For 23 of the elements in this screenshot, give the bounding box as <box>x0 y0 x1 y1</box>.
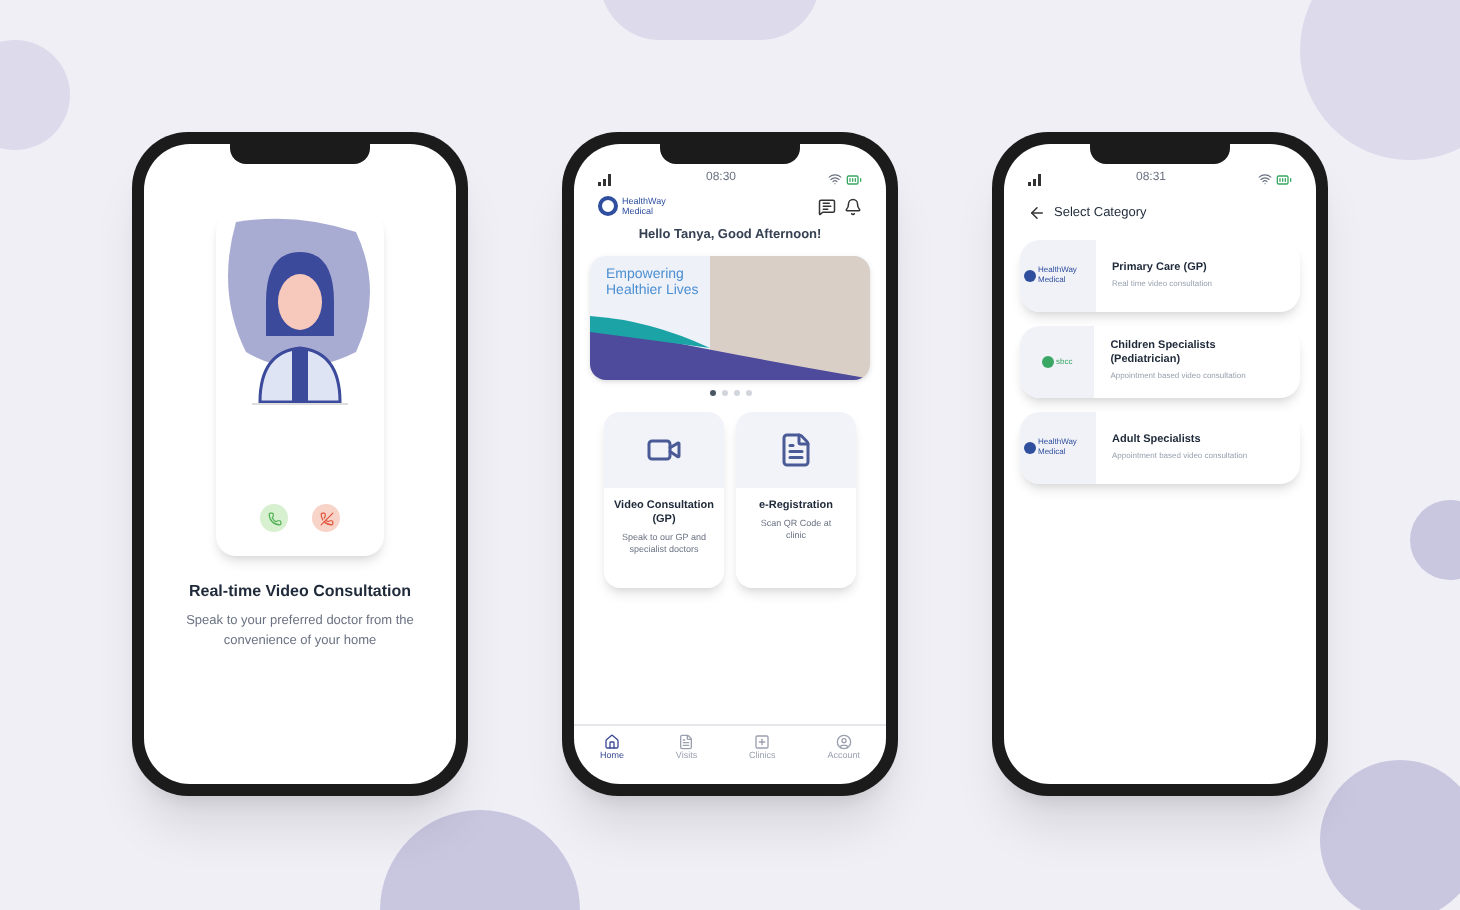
signal-icon <box>598 173 614 185</box>
wifi-icon <box>827 172 842 186</box>
home-icon <box>603 734 620 751</box>
chat-icon[interactable] <box>818 197 836 215</box>
battery-icon <box>845 171 862 187</box>
phone-notch <box>660 144 800 164</box>
plus-square-icon <box>754 734 771 751</box>
document-icon <box>778 431 814 468</box>
phone-notch <box>1090 144 1230 164</box>
answer-call-button[interactable] <box>260 504 288 532</box>
phone-hangup-icon <box>319 511 333 525</box>
notification-icon[interactable] <box>844 197 862 215</box>
phone-icon <box>267 511 281 525</box>
document-icon <box>678 734 695 751</box>
logo-icon <box>598 196 618 216</box>
battery-icon <box>1275 171 1292 187</box>
back-icon[interactable] <box>1028 204 1046 223</box>
decline-call-button[interactable] <box>312 504 340 532</box>
user-icon <box>835 734 852 751</box>
signal-icon <box>1028 173 1044 185</box>
phone-notch <box>230 144 370 164</box>
intro-title: Real-time Video Consultation <box>189 580 411 604</box>
wifi-icon <box>1257 172 1272 186</box>
